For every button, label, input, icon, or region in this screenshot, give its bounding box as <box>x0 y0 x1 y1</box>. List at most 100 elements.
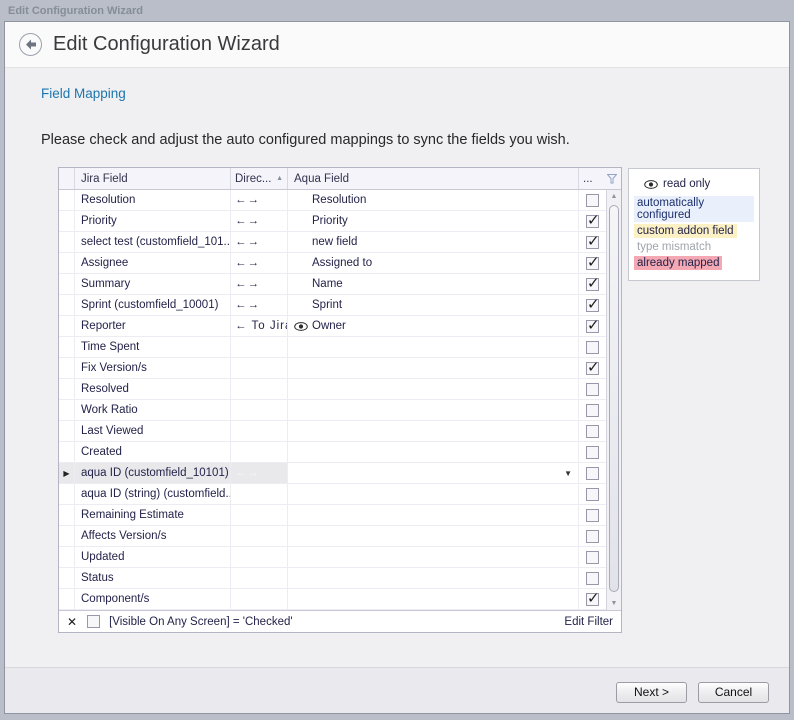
direction-cell[interactable] <box>231 526 288 546</box>
scroll-down-icon[interactable]: ▼ <box>607 600 621 607</box>
jira-field-cell[interactable]: Last Viewed <box>75 421 231 441</box>
direction-cell[interactable] <box>231 547 288 567</box>
jira-field-cell[interactable]: Summary <box>75 274 231 294</box>
direction-cell[interactable]: ← To Jira <box>231 316 288 336</box>
sync-checkbox[interactable] <box>586 509 599 522</box>
jira-field-cell[interactable]: Component/s <box>75 589 231 609</box>
grid-row[interactable]: Assignee←→Assigned to <box>59 253 606 274</box>
aqua-field-cell[interactable]: Resolution <box>288 190 579 210</box>
sync-checkbox[interactable] <box>586 551 599 564</box>
jira-field-cell[interactable]: Assignee <box>75 253 231 273</box>
dropdown-arrow-icon[interactable]: ▼ <box>564 469 572 478</box>
direction-cell[interactable]: ←→ <box>231 253 288 273</box>
scroll-up-icon[interactable]: ▲ <box>607 193 621 200</box>
grid-header-direction[interactable]: Direc... ▲ <box>231 168 288 189</box>
aqua-field-combobox[interactable]: ▼ <box>288 463 579 483</box>
aqua-field-cell[interactable] <box>288 421 579 441</box>
aqua-field-cell[interactable] <box>288 505 579 525</box>
funnel-icon[interactable] <box>607 174 617 184</box>
jira-field-cell[interactable]: Resolved <box>75 379 231 399</box>
cancel-button[interactable]: Cancel <box>698 682 769 703</box>
grid-row[interactable]: Reporter← To JiraOwner <box>59 316 606 337</box>
grid-row[interactable]: Component/s <box>59 589 606 610</box>
grid-row[interactable]: Work Ratio <box>59 400 606 421</box>
direction-cell[interactable]: ←→ <box>231 211 288 231</box>
aqua-field-cell[interactable] <box>288 568 579 588</box>
grid-row[interactable]: Priority←→Priority <box>59 211 606 232</box>
scrollbar-thumb[interactable] <box>609 205 619 592</box>
back-button[interactable] <box>19 33 42 56</box>
direction-cell[interactable]: ←→ <box>231 190 288 210</box>
aqua-field-cell[interactable] <box>288 484 579 504</box>
sync-checkbox[interactable] <box>586 215 599 228</box>
grid-row[interactable]: Status <box>59 568 606 589</box>
jira-field-cell[interactable]: Resolution <box>75 190 231 210</box>
direction-cell[interactable] <box>231 568 288 588</box>
edit-filter-link[interactable]: Edit Filter <box>564 616 613 628</box>
aqua-field-cell[interactable] <box>288 379 579 399</box>
grid-row[interactable]: Affects Version/s <box>59 526 606 547</box>
grid-row[interactable]: Sprint (customfield_10001)←→Sprint <box>59 295 606 316</box>
direction-cell[interactable] <box>231 484 288 504</box>
jira-field-cell[interactable]: Work Ratio <box>75 400 231 420</box>
jira-field-cell[interactable]: Time Spent <box>75 337 231 357</box>
direction-cell[interactable]: ←→ <box>231 463 288 483</box>
aqua-field-cell[interactable] <box>288 589 579 609</box>
grid-row[interactable]: Resolved <box>59 379 606 400</box>
aqua-field-cell[interactable]: Sprint <box>288 295 579 315</box>
direction-cell[interactable] <box>231 505 288 525</box>
grid-row[interactable]: select test (customfield_101...←→new fie… <box>59 232 606 253</box>
jira-field-cell[interactable]: Sprint (customfield_10001) <box>75 295 231 315</box>
jira-field-cell[interactable]: select test (customfield_101... <box>75 232 231 252</box>
direction-cell[interactable]: ←→ <box>231 274 288 294</box>
jira-field-cell[interactable]: Affects Version/s <box>75 526 231 546</box>
grid-row[interactable]: Time Spent <box>59 337 606 358</box>
aqua-field-cell[interactable] <box>288 337 579 357</box>
jira-field-cell[interactable]: Created <box>75 442 231 462</box>
direction-cell[interactable] <box>231 358 288 378</box>
direction-cell[interactable]: ←→ <box>231 295 288 315</box>
sync-checkbox[interactable] <box>586 593 599 606</box>
grid-row[interactable]: Remaining Estimate <box>59 505 606 526</box>
aqua-field-cell[interactable]: new field <box>288 232 579 252</box>
grid-row[interactable]: aqua ID (string) (customfield... <box>59 484 606 505</box>
aqua-field-cell[interactable] <box>288 400 579 420</box>
grid-row[interactable]: Created <box>59 442 606 463</box>
jira-field-cell[interactable]: Status <box>75 568 231 588</box>
direction-cell[interactable] <box>231 589 288 609</box>
direction-cell[interactable] <box>231 400 288 420</box>
direction-cell[interactable] <box>231 379 288 399</box>
direction-cell[interactable] <box>231 337 288 357</box>
sync-checkbox[interactable] <box>586 299 599 312</box>
grid-header-aqua-field[interactable]: Aqua Field <box>288 168 579 189</box>
jira-field-cell[interactable]: aqua ID (string) (customfield... <box>75 484 231 504</box>
sync-checkbox[interactable] <box>586 194 599 207</box>
grid-row[interactable]: ▶aqua ID (customfield_10101)←→▼ <box>59 463 606 484</box>
aqua-field-cell[interactable]: Owner <box>288 316 579 336</box>
sync-checkbox[interactable] <box>586 404 599 417</box>
aqua-field-cell[interactable] <box>288 442 579 462</box>
grid-row[interactable]: Updated <box>59 547 606 568</box>
jira-field-cell[interactable]: Fix Version/s <box>75 358 231 378</box>
grid-header-jira-field[interactable]: Jira Field <box>75 168 231 189</box>
sync-checkbox[interactable] <box>586 236 599 249</box>
sync-checkbox[interactable] <box>586 446 599 459</box>
sync-checkbox[interactable] <box>586 320 599 333</box>
aqua-field-cell[interactable]: Name <box>288 274 579 294</box>
direction-cell[interactable] <box>231 442 288 462</box>
grid-row[interactable]: Fix Version/s <box>59 358 606 379</box>
jira-field-cell[interactable]: aqua ID (customfield_10101) <box>75 463 231 483</box>
filter-checkbox[interactable] <box>87 615 100 628</box>
jira-field-cell[interactable]: Updated <box>75 547 231 567</box>
sync-checkbox[interactable] <box>586 362 599 375</box>
next-button[interactable]: Next > <box>616 682 687 703</box>
sync-checkbox[interactable] <box>586 278 599 291</box>
aqua-field-cell[interactable] <box>288 526 579 546</box>
direction-cell[interactable] <box>231 421 288 441</box>
jira-field-cell[interactable]: Remaining Estimate <box>75 505 231 525</box>
vertical-scrollbar[interactable]: ▲ ▼ <box>606 190 621 610</box>
grid-row[interactable]: Resolution←→Resolution <box>59 190 606 211</box>
grid-header-checked[interactable]: ... <box>579 168 621 189</box>
filter-close-icon[interactable]: ✕ <box>67 615 77 629</box>
grid-row[interactable]: Last Viewed <box>59 421 606 442</box>
